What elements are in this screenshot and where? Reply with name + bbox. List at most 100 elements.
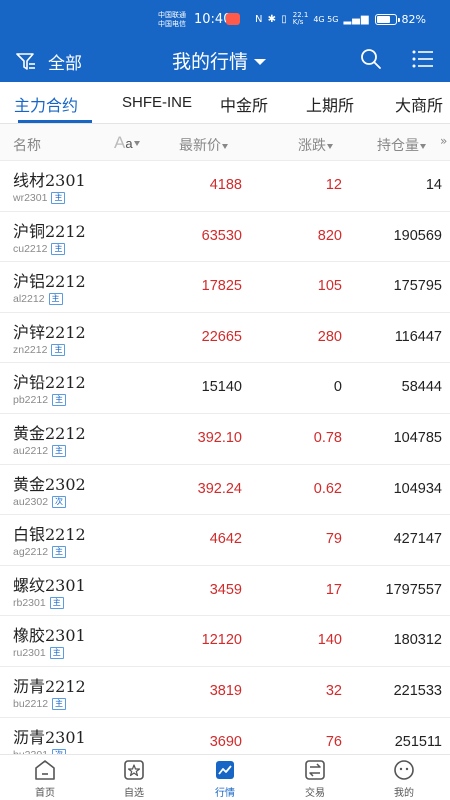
- page-title: 我的行情: [172, 51, 249, 73]
- price-change: 0.78: [313, 430, 342, 446]
- more-columns-icon[interactable]: »: [440, 134, 447, 148]
- tab-main-contracts[interactable]: 主力合约: [14, 92, 78, 116]
- exchange-tabs: 主力合约 SHFE-INE 中金所 上期所 大商所: [0, 82, 450, 124]
- contract-code-line: au2302 次: [13, 495, 67, 508]
- tab-shfe-ine[interactable]: SHFE-INE: [122, 94, 192, 111]
- price-change: 280: [317, 328, 342, 345]
- contract-tag: 主: [51, 343, 66, 356]
- favorites-icon: [124, 760, 144, 780]
- nav-favorites[interactable]: 自选: [99, 759, 169, 799]
- quote-row[interactable]: 黄金2302 au2302 次 392.24 0.62 104934: [0, 464, 450, 516]
- contract-code-line: zn2212 主: [13, 343, 66, 356]
- col-change: 涨跌: [298, 138, 326, 154]
- contract-tag: 主: [49, 596, 64, 609]
- font-size-toggle[interactable]: Aa: [114, 133, 140, 153]
- contract-code-line: cu2212 主: [13, 242, 66, 255]
- latest-price: 3459: [209, 581, 242, 598]
- quote-row[interactable]: 螺纹2301 rb2301 主 3459 17 1797557: [0, 565, 450, 617]
- price-change: 0.62: [313, 480, 342, 497]
- tab-dce[interactable]: 大商所: [395, 92, 443, 116]
- quote-row[interactable]: 橡胶2301 ru2301 主 12120 140 180312: [0, 616, 450, 667]
- quote-row[interactable]: 沥青2212 bu2212 主 3819 32 221533: [0, 667, 450, 718]
- contract-code-line: al2212 主: [13, 293, 63, 306]
- contract-code: al2212: [13, 293, 45, 306]
- search-icon[interactable]: [360, 48, 382, 70]
- font-size-small: a: [125, 136, 133, 151]
- tab-shfe[interactable]: 上期所: [306, 92, 354, 116]
- contract-tag: 主: [51, 192, 66, 204]
- contract-tag: 主: [52, 546, 67, 559]
- contract-code-line: bu2212 主: [13, 698, 67, 710]
- quote-row[interactable]: 沪铝2212 al2212 主 17825 105 175795: [0, 262, 450, 313]
- trade-icon: [305, 760, 325, 780]
- contract-tag: 主: [52, 698, 67, 710]
- nav-trade-label: 交易: [305, 788, 325, 799]
- quote-row[interactable]: 白银2212 ag2212 主 4642 79 427147: [0, 515, 450, 566]
- contract-name: 黄金2302: [13, 474, 86, 494]
- open-interest: 427147: [393, 531, 442, 548]
- quote-list[interactable]: 线材2301 wr2301 主 4188 12 14 沪铜2212 cu2212 主 63530 8…: [0, 161, 450, 754]
- notification-badge-icon: [226, 13, 240, 25]
- page-title-dropdown[interactable]: 我的行情: [172, 47, 267, 74]
- price-change: 32: [325, 683, 342, 699]
- contract-code: cu2212: [13, 242, 48, 255]
- contract-code: zn2212: [13, 343, 48, 356]
- contract-code-line: au2212 主: [13, 445, 67, 457]
- filter-icon: [16, 52, 35, 70]
- sort-icon: [133, 141, 140, 147]
- latest-price: 3819: [209, 683, 242, 699]
- filter-button[interactable]: 全部: [16, 49, 82, 74]
- contract-name: 沪铝2212: [13, 272, 86, 292]
- contract-code: ag2212: [13, 546, 49, 559]
- open-interest: 104785: [393, 430, 442, 446]
- col-open-interest: 持仓量: [377, 138, 419, 154]
- contract-code: pb2212: [13, 394, 49, 407]
- contract-name: 螺纹2301: [13, 575, 86, 595]
- sort-icon: [327, 143, 333, 149]
- price-change: 79: [325, 531, 342, 548]
- latest-price: 392.10: [197, 430, 242, 446]
- col-change-sort[interactable]: 涨跌: [298, 135, 333, 155]
- latest-price: 12120: [201, 632, 242, 649]
- font-size-big: A: [114, 133, 126, 152]
- nav-favorites-label: 自选: [124, 788, 144, 799]
- quote-row[interactable]: 沪锌2212 zn2212 主 22665 280 116447: [0, 312, 450, 364]
- price-change: 140: [317, 632, 342, 649]
- contract-tag: 主: [52, 394, 67, 407]
- price-change: 17: [325, 581, 342, 598]
- price-change: 76: [325, 733, 342, 750]
- status-bar: 中国联通 中国电信 10:40 N ✱ ▯ 22.1 K/s 4G 5G ▂▄▆…: [0, 0, 450, 37]
- quote-row[interactable]: 沥青2301bu2301次369076251511: [0, 717, 450, 754]
- latest-price: 4642: [209, 531, 242, 548]
- tab-cffex[interactable]: 中金所: [220, 92, 268, 116]
- col-oi-sort[interactable]: 持仓量: [377, 135, 426, 155]
- nav-market[interactable]: 行情: [190, 759, 260, 799]
- carrier-1: 中国联通: [158, 11, 186, 19]
- latest-price: 4188: [209, 177, 242, 193]
- sort-icon: [222, 143, 228, 149]
- carrier-info: 中国联通 中国电信: [158, 11, 186, 29]
- contract-name: 沪锌2212: [13, 322, 86, 342]
- contract-name: 橡胶2301: [13, 626, 86, 646]
- contract-code: ru2301: [13, 647, 46, 660]
- contract-name: 沪铜2212: [13, 221, 86, 241]
- profile-icon: [394, 760, 414, 780]
- nav-home[interactable]: 首页: [10, 759, 80, 799]
- nav-trade[interactable]: 交易: [280, 759, 350, 799]
- open-interest: 14: [425, 177, 442, 193]
- open-interest: 58444: [401, 379, 442, 396]
- col-price-sort[interactable]: 最新价: [179, 135, 228, 155]
- latest-price: 3690: [209, 733, 242, 750]
- latest-price: 15140: [201, 379, 242, 396]
- contract-code-line: pb2212 主: [13, 394, 67, 407]
- contract-tag: 主: [51, 242, 66, 255]
- status-right: N ✱ ▯ 22.1 K/s 4G 5G ▂▄▆ 82%: [255, 12, 426, 26]
- nav-profile[interactable]: 我的: [369, 759, 439, 799]
- quote-row[interactable]: 沪铜2212 cu2212 主 63530 820 190569: [0, 211, 450, 263]
- quote-row[interactable]: 黄金2212 au2212 主 392.10 0.78 104785: [0, 414, 450, 465]
- price-change: 105: [317, 278, 342, 295]
- quote-row[interactable]: 沪铅2212 pb2212 主 15140 0 58444: [0, 363, 450, 414]
- quote-row[interactable]: 线材2301 wr2301 主 4188 12 14: [0, 161, 450, 212]
- nfc-bluetooth-vibrate-icon: N ✱ ▯: [255, 13, 288, 25]
- list-menu-icon[interactable]: [412, 49, 434, 69]
